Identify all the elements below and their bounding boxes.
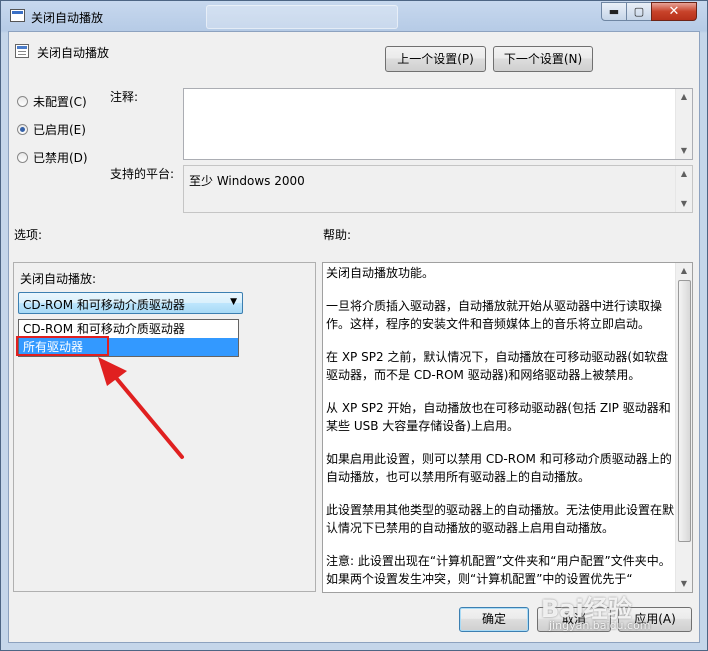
dialog-body: 关闭自动播放 上一个设置(P) 下一个设置(N) 未配置(C) 已启用(E) 已… [8,31,700,643]
background-window-ghost [206,5,398,29]
drive-type-combobox[interactable]: CD-ROM 和可移动介质驱动器 ▼ [18,292,243,314]
radio-label: 已启用(E) [33,123,86,137]
help-paragraph: 从 XP SP2 开始，自动播放也在可移动驱动器(包括 ZIP 驱动器和某些 U… [326,401,671,433]
help-paragraph: 在 XP SP2 之前，默认情况下，自动播放在可移动驱动器(如软盘驱动器，而不是… [326,350,669,382]
close-button[interactable]: ✕ [651,2,697,21]
red-arrow-annotation [98,357,184,459]
setting-icon [15,44,29,58]
platform-value: 至少 Windows 2000 [189,174,305,188]
comment-scrollbar[interactable]: ▲ ▼ [675,89,692,159]
scroll-up-icon[interactable]: ▲ [676,89,692,105]
platform-scrollbar[interactable]: ▲ ▼ [675,166,692,212]
help-paragraph: 一旦将介质插入驱动器，自动播放就开始从驱动器中进行读取操作。这样，程序的安装文件… [326,299,663,331]
chevron-down-icon[interactable]: ▼ [230,297,237,307]
help-paragraph: 注意: 此设置出现在“计算机配置”文件夹和“用户配置”文件夹中。如果两个设置发生… [326,554,671,586]
baidu-watermark-url: jingyan.baidu.com [549,619,651,632]
help-scrollbar[interactable]: ▲ ▼ [675,263,692,592]
next-setting-button[interactable]: 下一个设置(N) [493,46,593,72]
dialog-window: 关闭自动播放 ▬ ▢ ✕ 关闭自动播放 上一个设置(P) 下一个设置(N) 未配… [0,0,708,651]
scroll-down-icon[interactable]: ▼ [676,143,692,159]
radio-indicator[interactable] [17,124,28,135]
title-bar[interactable]: 关闭自动播放 ▬ ▢ ✕ [1,1,707,31]
radio-not-configured[interactable]: 未配置(C) [17,93,87,110]
radio-indicator[interactable] [17,96,28,107]
help-label: 帮助: [323,228,352,242]
policy-name: 关闭自动播放 [37,46,110,60]
highlight-box [16,336,109,356]
radio-label: 未配置(C) [33,95,87,109]
help-text: 关闭自动播放功能。 一旦将介质插入驱动器，自动播放就开始从驱动器中进行读取操作。… [326,264,676,591]
platform-field: 至少 Windows 2000 ▲ ▼ [183,165,693,213]
scroll-thumb[interactable] [678,280,691,542]
options-panel: 关闭自动播放: CD-ROM 和可移动介质驱动器 ▼ CD-ROM 和可移动介质… [13,262,316,592]
scroll-down-icon[interactable]: ▼ [676,576,692,592]
maximize-button[interactable]: ▢ [626,2,652,21]
help-paragraph: 此设置禁用其他类型的驱动器上的自动播放。无法使用此设置在默认情况下已禁用的自动播… [326,503,675,535]
radio-enabled[interactable]: 已启用(E) [17,121,86,138]
scroll-down-icon[interactable]: ▼ [676,196,692,212]
radio-indicator[interactable] [17,152,28,163]
scroll-up-icon[interactable]: ▲ [676,263,692,279]
policy-icon [10,9,25,22]
help-panel: 关闭自动播放功能。 一旦将介质插入驱动器，自动播放就开始从驱动器中进行读取操作。… [322,262,693,593]
ok-button[interactable]: 确定 [459,607,529,632]
help-paragraph: 关闭自动播放功能。 [326,266,435,280]
scroll-up-icon[interactable]: ▲ [676,166,692,182]
comment-label: 注释: [110,90,139,104]
comment-textarea[interactable]: ▲ ▼ [183,88,693,160]
help-paragraph: 如果启用此设置，则可以禁用 CD-ROM 和可移动介质驱动器上的自动播放，也可以… [326,452,672,484]
autoplay-field-label: 关闭自动播放: [20,272,97,286]
minimize-button[interactable]: ▬ [601,2,627,21]
combobox-value: CD-ROM 和可移动介质驱动器 [23,298,185,312]
options-label: 选项: [14,228,43,242]
radio-disabled[interactable]: 已禁用(D) [17,149,88,166]
platform-label: 支持的平台: [110,167,175,181]
previous-setting-button[interactable]: 上一个设置(P) [385,46,486,72]
radio-label: 已禁用(D) [33,151,88,165]
window-title: 关闭自动播放 [31,11,104,25]
